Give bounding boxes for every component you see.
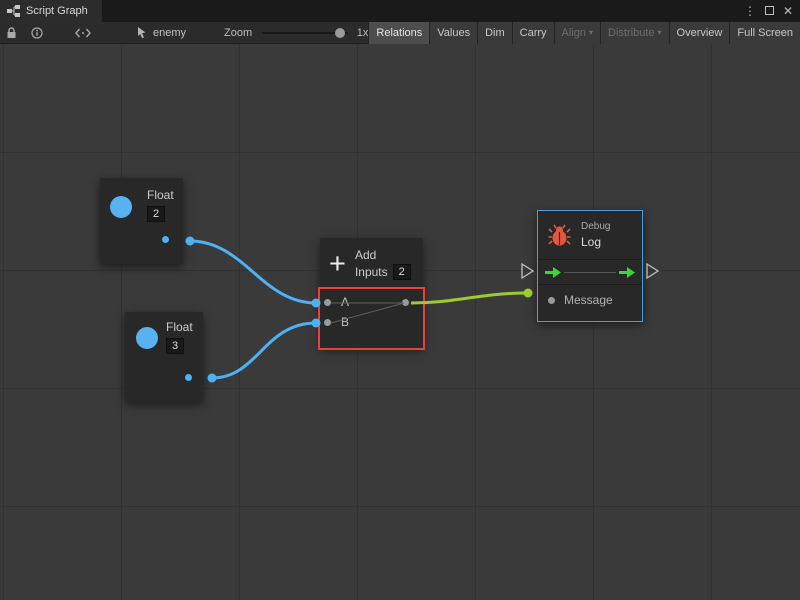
float-output-port[interactable] [162,236,169,243]
tab-script-graph[interactable]: Script Graph [0,0,102,22]
float-value-field[interactable]: 2 [147,206,165,222]
zoom-label: Zoom [224,27,252,39]
cursor-icon [137,27,147,39]
wire-endpoint [208,374,217,383]
port-label: A [341,295,349,309]
zoom-slider-knob[interactable] [335,28,345,38]
float-output-port[interactable] [185,374,192,381]
close-icon[interactable]: ✕ [783,5,793,17]
carry-button[interactable]: Carry [512,22,554,44]
window-controls: ⋮ ✕ [744,0,800,22]
wire-add-to-message[interactable] [411,293,528,303]
add-node-header: + Add Inputs 2 [320,238,423,287]
graph-toolbar: enemy Zoom 1x Relations Values Dim Carry… [0,22,800,44]
flow-in-arrow-icon[interactable] [545,266,561,279]
node-title: Float [147,188,174,202]
message-row: Message [538,285,642,315]
relations-button[interactable]: Relations [368,22,429,44]
graph-name-label: enemy [153,27,186,39]
fullscreen-button[interactable]: Full Screen [729,22,800,44]
menu-icon[interactable]: ⋮ [744,5,756,17]
inputs-count-field[interactable]: 2 [393,264,411,280]
wire-float1-to-a[interactable] [190,241,316,303]
port-row-a: A [324,295,417,309]
distribute-dropdown[interactable]: Distribute▾ [600,22,668,44]
titlebar: Script Graph ⋮ ✕ [0,0,800,22]
message-input-port[interactable] [548,297,555,304]
port-row-b: B [324,315,417,329]
inputs-label: Inputs [355,265,388,279]
flow-exit-triangle-icon[interactable] [647,264,658,278]
values-button[interactable]: Values [429,22,477,44]
node-title: Log [581,235,610,249]
bug-icon [548,223,571,247]
input-port-a[interactable] [324,299,331,306]
overview-button[interactable]: Overview [669,22,730,44]
float-node-1[interactable]: Float 2 [100,178,183,264]
chevron-down-icon: ▾ [589,28,593,37]
port-label: B [341,315,349,329]
float-icon [110,196,132,218]
wire-endpoint [186,237,195,246]
dim-button[interactable]: Dim [477,22,512,44]
add-ports-selection: A B [318,287,425,350]
input-port-b[interactable] [324,319,331,326]
flow-out-arrow-icon[interactable] [619,266,635,279]
tab-title: Script Graph [26,5,88,17]
toolbar-buttons: Relations Values Dim Carry Align▾ Distri… [368,22,800,44]
code-icon[interactable] [75,28,91,38]
node-kicker: Debug [581,221,610,232]
output-port-sum[interactable] [402,299,409,306]
wire-endpoint [524,289,533,298]
node-title: Float [166,320,193,334]
flow-entry-triangle-icon[interactable] [522,264,533,278]
float-icon [136,327,158,349]
info-icon[interactable] [31,27,43,39]
lock-icon[interactable] [6,27,17,39]
zoom-value: 1x [357,27,369,39]
script-graph-icon [7,5,20,17]
chevron-down-icon: ▾ [658,28,662,37]
add-node[interactable]: + Add Inputs 2 A B [320,238,423,348]
float-value-field[interactable]: 3 [166,338,184,354]
graph-canvas[interactable]: Float 2 Float 3 + Add Inputs 2 [0,44,800,600]
wire-float2-to-b[interactable] [212,323,316,378]
flow-relation-line [564,272,616,273]
float-node-2[interactable]: Float 3 [125,312,203,402]
maximize-icon[interactable] [765,5,774,17]
align-dropdown[interactable]: Align▾ [554,22,600,44]
flow-row [538,260,642,284]
zoom-slider[interactable] [262,32,348,34]
add-icon: + [329,251,346,277]
node-title: Add [355,248,411,262]
message-label: Message [564,293,613,307]
debug-node-header: Debug Log [538,211,642,259]
debug-log-node[interactable]: Debug Log Message [537,210,643,322]
